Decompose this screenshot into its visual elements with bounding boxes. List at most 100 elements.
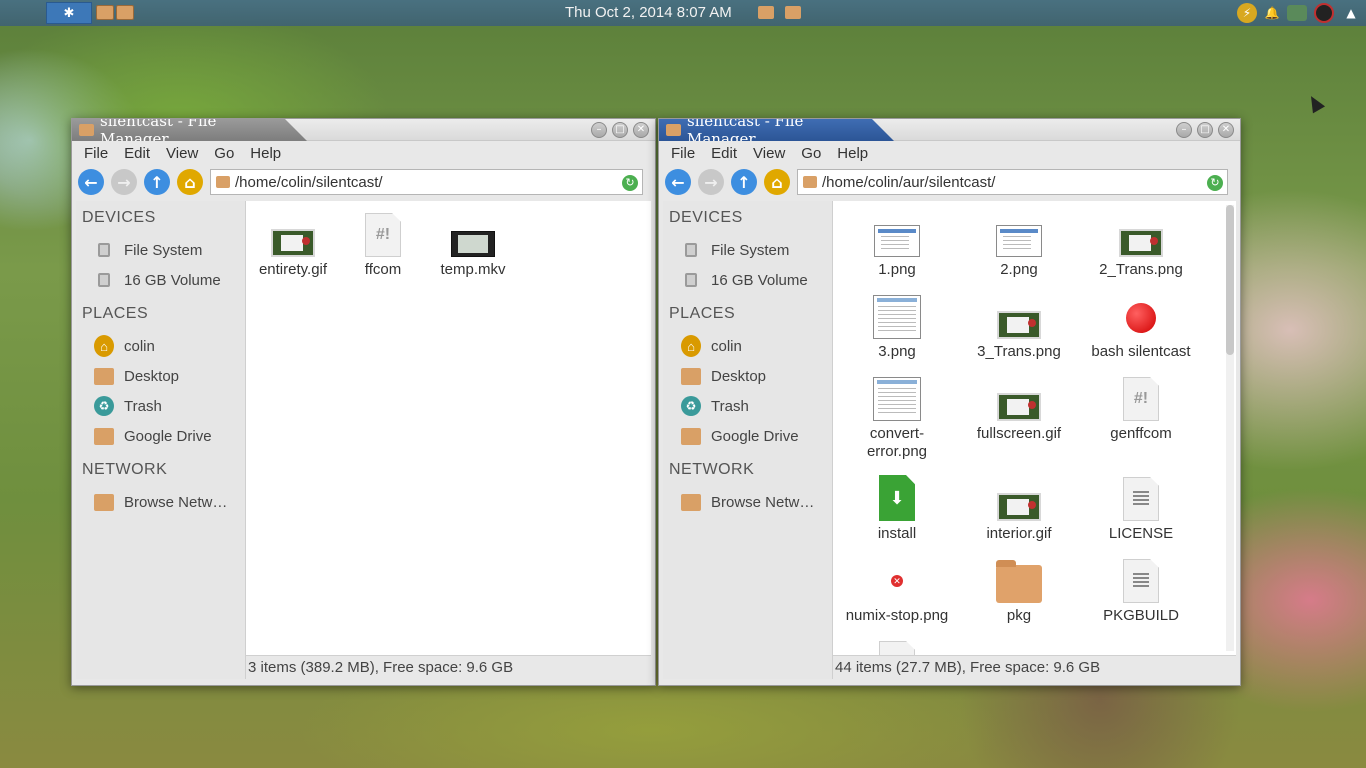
sidebar: DEVICES File System 16 GB Volume PLACES …	[663, 201, 833, 679]
folder-icon	[94, 367, 114, 385]
sidebar-item-google-drive[interactable]: Google Drive	[663, 421, 832, 451]
top-panel: ✱ Thu Oct 2, 2014 8:07 AM ⚡ 🔔 ▲	[0, 0, 1366, 26]
folder-icon[interactable]	[758, 6, 774, 19]
file-item[interactable]: PKGBUILD	[1080, 557, 1202, 625]
sidebar-heading-places: PLACES	[82, 305, 149, 322]
location-bar[interactable]: /home/colin/silentcast/ ↻	[210, 169, 643, 195]
sidebar-item-colin[interactable]: ⌂ colin	[663, 331, 832, 361]
up-button[interactable]: ↑	[731, 169, 757, 195]
file-item[interactable]: 2.png	[958, 211, 1080, 279]
app-menu-button[interactable]: ✱	[46, 2, 92, 24]
close-button[interactable]: ✕	[1218, 122, 1234, 138]
file-view[interactable]: 1.png 2.png 2_Trans.png 3.png 3_Trans.pn…	[833, 201, 1236, 655]
file-item[interactable]: ⬇ install	[836, 475, 958, 543]
minimize-button[interactable]: –	[1176, 122, 1192, 138]
image-thumbnail-icon	[873, 295, 921, 339]
reload-icon[interactable]: ↻	[1207, 175, 1223, 191]
location-bar[interactable]: /home/colin/aur/silentcast/ ↻	[797, 169, 1228, 195]
toolbar: ← → ↑ ⌂ /home/colin/aur/silentcast/ ↻	[659, 165, 1240, 199]
home-button[interactable]: ⌂	[177, 169, 203, 195]
sidebar-item-trash[interactable]: ♻ Trash	[663, 391, 832, 421]
close-button[interactable]: ✕	[633, 122, 649, 138]
back-button[interactable]: ←	[78, 169, 104, 195]
home-icon: ⌂	[681, 335, 701, 357]
maximize-button[interactable]: □	[1197, 122, 1213, 138]
maximize-button[interactable]: □	[612, 122, 628, 138]
file-item[interactable]: pkg	[958, 557, 1080, 625]
location-path: /home/colin/silentcast/	[235, 173, 383, 191]
menu-go[interactable]: Go	[206, 145, 242, 162]
network-icon[interactable]	[1287, 5, 1307, 21]
window-title[interactable]: silentcast - File Manager	[659, 119, 894, 141]
menu-edit[interactable]: Edit	[703, 145, 745, 162]
file-item[interactable]: fullscreen.gif	[958, 375, 1080, 443]
file-item[interactable]: #! genffcom	[1080, 375, 1202, 443]
back-button[interactable]: ←	[665, 169, 691, 195]
text-file-icon	[1123, 559, 1159, 603]
taskbar-window-2[interactable]	[116, 5, 134, 20]
reload-icon[interactable]: ↻	[622, 175, 638, 191]
scrollbar-thumb[interactable]	[1226, 205, 1234, 355]
folder-icon[interactable]	[785, 6, 801, 19]
sidebar-item-browse-network[interactable]: Browse Netw…	[76, 487, 245, 517]
sidebar-item-desktop[interactable]: Desktop	[663, 361, 832, 391]
updates-icon[interactable]: ⚡	[1237, 3, 1257, 23]
menu-file[interactable]: File	[76, 145, 116, 162]
file-item[interactable]: convert- error.png	[836, 375, 958, 461]
titlebar[interactable]: silentcast - File Manager – □ ✕	[659, 119, 1240, 141]
taskbar-window-1[interactable]	[96, 5, 114, 20]
menubar: File Edit View Go Help	[659, 141, 1240, 165]
file-item[interactable]: interior.gif	[958, 475, 1080, 543]
file-item[interactable]: temp.mkv	[412, 211, 534, 279]
menu-file[interactable]: File	[663, 145, 703, 162]
file-item[interactable]	[836, 639, 958, 655]
executable-icon	[1126, 303, 1156, 333]
window-title[interactable]: silentcast - File Manager	[72, 119, 307, 141]
sidebar-item-16gb-volume[interactable]: 16 GB Volume	[663, 265, 832, 295]
forward-button[interactable]: →	[698, 169, 724, 195]
location-path: /home/colin/aur/silentcast/	[822, 173, 996, 191]
titlebar[interactable]: silentcast - File Manager – □ ✕	[72, 119, 655, 141]
notification-bell-icon[interactable]: 🔔	[1262, 3, 1282, 23]
sidebar-item-trash[interactable]: ♻ Trash	[76, 391, 245, 421]
menu-go[interactable]: Go	[793, 145, 829, 162]
sidebar-heading-devices: DEVICES	[669, 209, 743, 226]
sidebar-item-google-drive[interactable]: Google Drive	[76, 421, 245, 451]
menu-help[interactable]: Help	[242, 145, 289, 162]
drive-icon	[685, 273, 697, 287]
file-item[interactable]: 1.png	[836, 211, 958, 279]
home-button[interactable]: ⌂	[764, 169, 790, 195]
panel-clock[interactable]: Thu Oct 2, 2014 8:07 AM	[565, 4, 732, 21]
up-button[interactable]: ↑	[144, 169, 170, 195]
file-item[interactable]: ✕ numix-stop.png	[836, 557, 958, 625]
sidebar-item-colin[interactable]: ⌂ colin	[76, 331, 245, 361]
folder-icon	[666, 124, 681, 136]
menu-help[interactable]: Help	[829, 145, 876, 162]
menu-view[interactable]: View	[745, 145, 793, 162]
vertical-scrollbar[interactable]	[1226, 205, 1234, 651]
file-view[interactable]: entirety.gif #! ffcom temp.mkv	[246, 201, 651, 655]
arch-logo-icon[interactable]: ▲	[1341, 3, 1361, 23]
file-item[interactable]: 2_Trans.png	[1080, 211, 1202, 279]
forward-button[interactable]: →	[111, 169, 137, 195]
record-icon[interactable]	[1314, 3, 1334, 23]
sidebar-item-file-system[interactable]: File System	[76, 235, 245, 265]
sidebar-item-file-system[interactable]: File System	[663, 235, 832, 265]
file-manager-window-right[interactable]: silentcast - File Manager – □ ✕ File Edi…	[658, 118, 1241, 686]
file-item[interactable]: 3.png	[836, 293, 958, 361]
menu-view[interactable]: View	[158, 145, 206, 162]
folder-icon	[803, 176, 817, 188]
file-item[interactable]: LICENSE	[1080, 475, 1202, 543]
image-thumbnail-icon	[874, 225, 920, 257]
minimize-button[interactable]: –	[591, 122, 607, 138]
sidebar-item-16gb-volume[interactable]: 16 GB Volume	[76, 265, 245, 295]
image-thumbnail-icon	[1119, 229, 1163, 257]
file-item[interactable]: bash silentcast	[1080, 293, 1202, 361]
sidebar-item-browse-network[interactable]: Browse Netw…	[663, 487, 832, 517]
app-menu-icon: ✱	[63, 5, 75, 21]
image-thumbnail-icon	[271, 229, 315, 257]
menu-edit[interactable]: Edit	[116, 145, 158, 162]
sidebar-item-desktop[interactable]: Desktop	[76, 361, 245, 391]
file-manager-window-left[interactable]: silentcast - File Manager – □ ✕ File Edi…	[71, 118, 656, 686]
file-item[interactable]: 3_Trans.png	[958, 293, 1080, 361]
